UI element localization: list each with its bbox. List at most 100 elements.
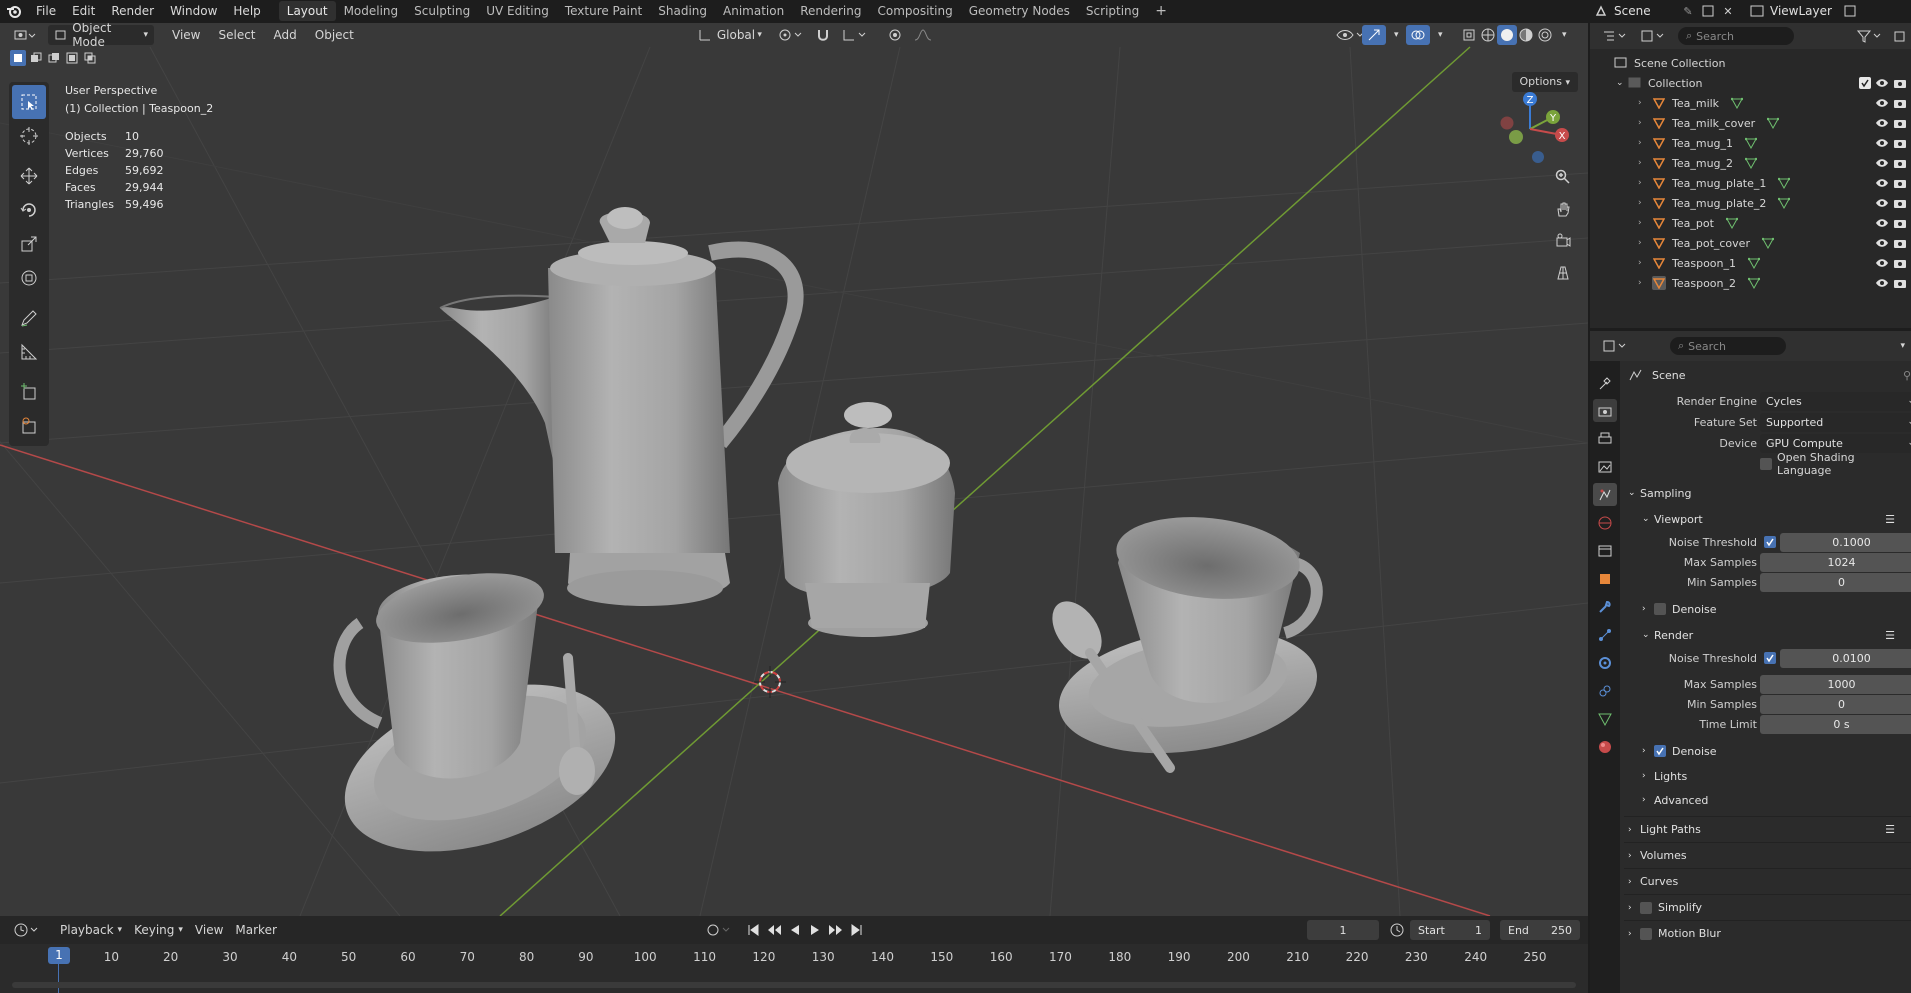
tab-output[interactable] bbox=[1593, 427, 1617, 450]
curves-panel[interactable]: › Curves bbox=[1624, 868, 1911, 894]
tab-shading[interactable]: Shading bbox=[650, 1, 715, 21]
render-subpanel-header[interactable]: ⌄ Render ☰ bbox=[1624, 622, 1911, 648]
lights-subpanel[interactable]: › Lights bbox=[1624, 764, 1911, 788]
jump-start-button[interactable] bbox=[744, 920, 762, 940]
toggle-perspective-button[interactable] bbox=[1549, 259, 1577, 287]
delete-scene-icon[interactable]: ✕ bbox=[1718, 5, 1738, 18]
new-scene-icon[interactable] bbox=[1698, 5, 1718, 17]
menu-view[interactable]: View bbox=[166, 25, 206, 45]
select-invert-icon[interactable] bbox=[64, 50, 80, 66]
simplify-checkbox[interactable] bbox=[1640, 901, 1652, 914]
menu-file[interactable]: File bbox=[28, 0, 64, 22]
viewport-subpanel-header[interactable]: ⌄ Viewport ☰ bbox=[1624, 506, 1911, 532]
shading-menu[interactable]: ▾ bbox=[1556, 25, 1573, 45]
tab-world[interactable] bbox=[1593, 511, 1617, 534]
menu-edit[interactable]: Edit bbox=[64, 0, 103, 22]
properties-search[interactable]: ⌕ Search bbox=[1670, 337, 1786, 355]
camera-render-icon[interactable] bbox=[1893, 97, 1907, 109]
tab-constraints[interactable] bbox=[1593, 679, 1617, 702]
select-subtract-icon[interactable] bbox=[46, 50, 62, 66]
osl-checkbox[interactable] bbox=[1760, 458, 1772, 470]
cursor-tool[interactable] bbox=[12, 119, 46, 153]
eye-icon[interactable] bbox=[1875, 78, 1889, 88]
r-time-field[interactable]: 0 s bbox=[1760, 714, 1911, 734]
eye-icon[interactable] bbox=[1875, 178, 1889, 188]
render-engine-dropdown[interactable]: Cycles ⌄ bbox=[1760, 391, 1911, 411]
add-cube-tool[interactable] bbox=[12, 375, 46, 409]
device-dropdown[interactable]: GPU Compute ⌄ bbox=[1760, 433, 1911, 453]
chevron-down-icon[interactable]: ▾ bbox=[1900, 341, 1905, 351]
tab-texture-paint[interactable]: Texture Paint bbox=[557, 1, 650, 21]
camera-render-icon[interactable] bbox=[1893, 217, 1907, 229]
menu-select[interactable]: Select bbox=[212, 25, 261, 45]
menu-add[interactable]: Add bbox=[268, 25, 303, 45]
outliner-item[interactable]: › Tea_mug_1 bbox=[1590, 133, 1911, 153]
tab-scene[interactable] bbox=[1593, 483, 1617, 506]
outliner-item[interactable]: › Tea_pot_cover bbox=[1590, 233, 1911, 253]
tab-physics[interactable] bbox=[1593, 651, 1617, 674]
tab-animation[interactable]: Animation bbox=[715, 1, 792, 21]
scene-render[interactable] bbox=[0, 23, 1588, 916]
zoom-button[interactable] bbox=[1549, 163, 1577, 191]
mesh-data-icon[interactable] bbox=[1778, 177, 1791, 189]
mesh-data-icon[interactable] bbox=[1748, 257, 1761, 269]
menu-window[interactable]: Window bbox=[162, 0, 225, 22]
overlays-menu[interactable]: ▾ bbox=[1432, 25, 1449, 45]
sampling-panel-header[interactable]: ⌄ Sampling bbox=[1624, 480, 1911, 506]
new-collection-button[interactable] bbox=[1889, 26, 1911, 46]
pin-icon[interactable]: ⚲ bbox=[1903, 369, 1911, 382]
mesh-data-icon[interactable] bbox=[1767, 117, 1780, 129]
new-view-layer-icon[interactable] bbox=[1840, 5, 1860, 17]
tab-collection[interactable] bbox=[1593, 539, 1617, 562]
menu-object[interactable]: Object bbox=[309, 25, 360, 45]
collection-row[interactable]: ⌄ Collection bbox=[1590, 73, 1911, 93]
tab-tool[interactable] bbox=[1593, 371, 1617, 394]
scene-collection-row[interactable]: Scene Collection bbox=[1590, 53, 1911, 73]
tab-scripting[interactable]: Scripting bbox=[1078, 1, 1147, 21]
r-denoise-header[interactable]: › Denoise bbox=[1624, 738, 1911, 764]
chevron-right-icon[interactable]: › bbox=[1638, 278, 1652, 288]
select-intersect-icon[interactable] bbox=[82, 50, 98, 66]
timeline-view-menu[interactable]: View bbox=[189, 920, 229, 940]
chevron-right-icon[interactable]: › bbox=[1638, 118, 1652, 128]
camera-render-icon[interactable] bbox=[1893, 177, 1907, 189]
editor-type-button[interactable] bbox=[8, 25, 42, 45]
r-denoise-checkbox[interactable] bbox=[1654, 745, 1666, 757]
chevron-right-icon[interactable]: › bbox=[1638, 158, 1652, 168]
current-frame-field[interactable]: 1 bbox=[1307, 920, 1379, 940]
scale-tool[interactable] bbox=[12, 227, 46, 261]
timeline-scrollbar[interactable] bbox=[12, 982, 1576, 988]
light-paths-panel[interactable]: › Light Paths ☰ bbox=[1624, 816, 1911, 842]
mesh-data-icon[interactable] bbox=[1748, 277, 1761, 289]
outliner-item[interactable]: › Tea_milk_cover bbox=[1590, 113, 1911, 133]
vp-noise-field[interactable]: 0.1000 bbox=[1780, 532, 1911, 552]
r-min-field[interactable]: 0 bbox=[1760, 694, 1911, 714]
feature-set-dropdown[interactable]: Supported ⌄ bbox=[1760, 412, 1911, 432]
eye-icon[interactable] bbox=[1875, 118, 1889, 128]
r-noise-field[interactable]: 0.0100 bbox=[1780, 648, 1911, 668]
outliner-item[interactable]: › Teaspoon_1 bbox=[1590, 253, 1911, 273]
eye-icon[interactable] bbox=[1875, 198, 1889, 208]
tab-layout[interactable]: Layout bbox=[278, 1, 336, 21]
menu-help[interactable]: Help bbox=[225, 0, 268, 22]
advanced-subpanel[interactable]: › Advanced bbox=[1624, 788, 1911, 812]
outliner-item[interactable]: › Tea_milk bbox=[1590, 93, 1911, 113]
pivot-point-button[interactable] bbox=[772, 25, 810, 45]
outliner-item[interactable]: › Tea_pot bbox=[1590, 213, 1911, 233]
mode-selector[interactable]: Object Mode ▾ bbox=[48, 23, 154, 49]
blender-logo-icon[interactable] bbox=[0, 0, 28, 22]
timeline-editor-type-button[interactable] bbox=[8, 920, 46, 940]
vp-max-field[interactable]: 1024 bbox=[1760, 552, 1911, 572]
eye-icon[interactable] bbox=[1875, 278, 1889, 288]
outliner-search[interactable]: ⌕ Search bbox=[1678, 27, 1794, 45]
pin-icon[interactable]: ✎ bbox=[1678, 5, 1698, 18]
pan-button[interactable] bbox=[1549, 195, 1577, 223]
playhead-frame[interactable]: 1 bbox=[48, 947, 70, 964]
annotate-tool[interactable] bbox=[12, 301, 46, 335]
view-layer-icon[interactable] bbox=[1744, 5, 1770, 17]
vp-denoise-checkbox[interactable] bbox=[1654, 603, 1666, 615]
vp-denoise-header[interactable]: › Denoise bbox=[1624, 596, 1911, 622]
select-new-icon[interactable] bbox=[10, 50, 26, 66]
outliner-item[interactable]: › Tea_mug_plate_1 bbox=[1590, 173, 1911, 193]
playback-menu[interactable]: Playback ▾ bbox=[54, 920, 128, 940]
